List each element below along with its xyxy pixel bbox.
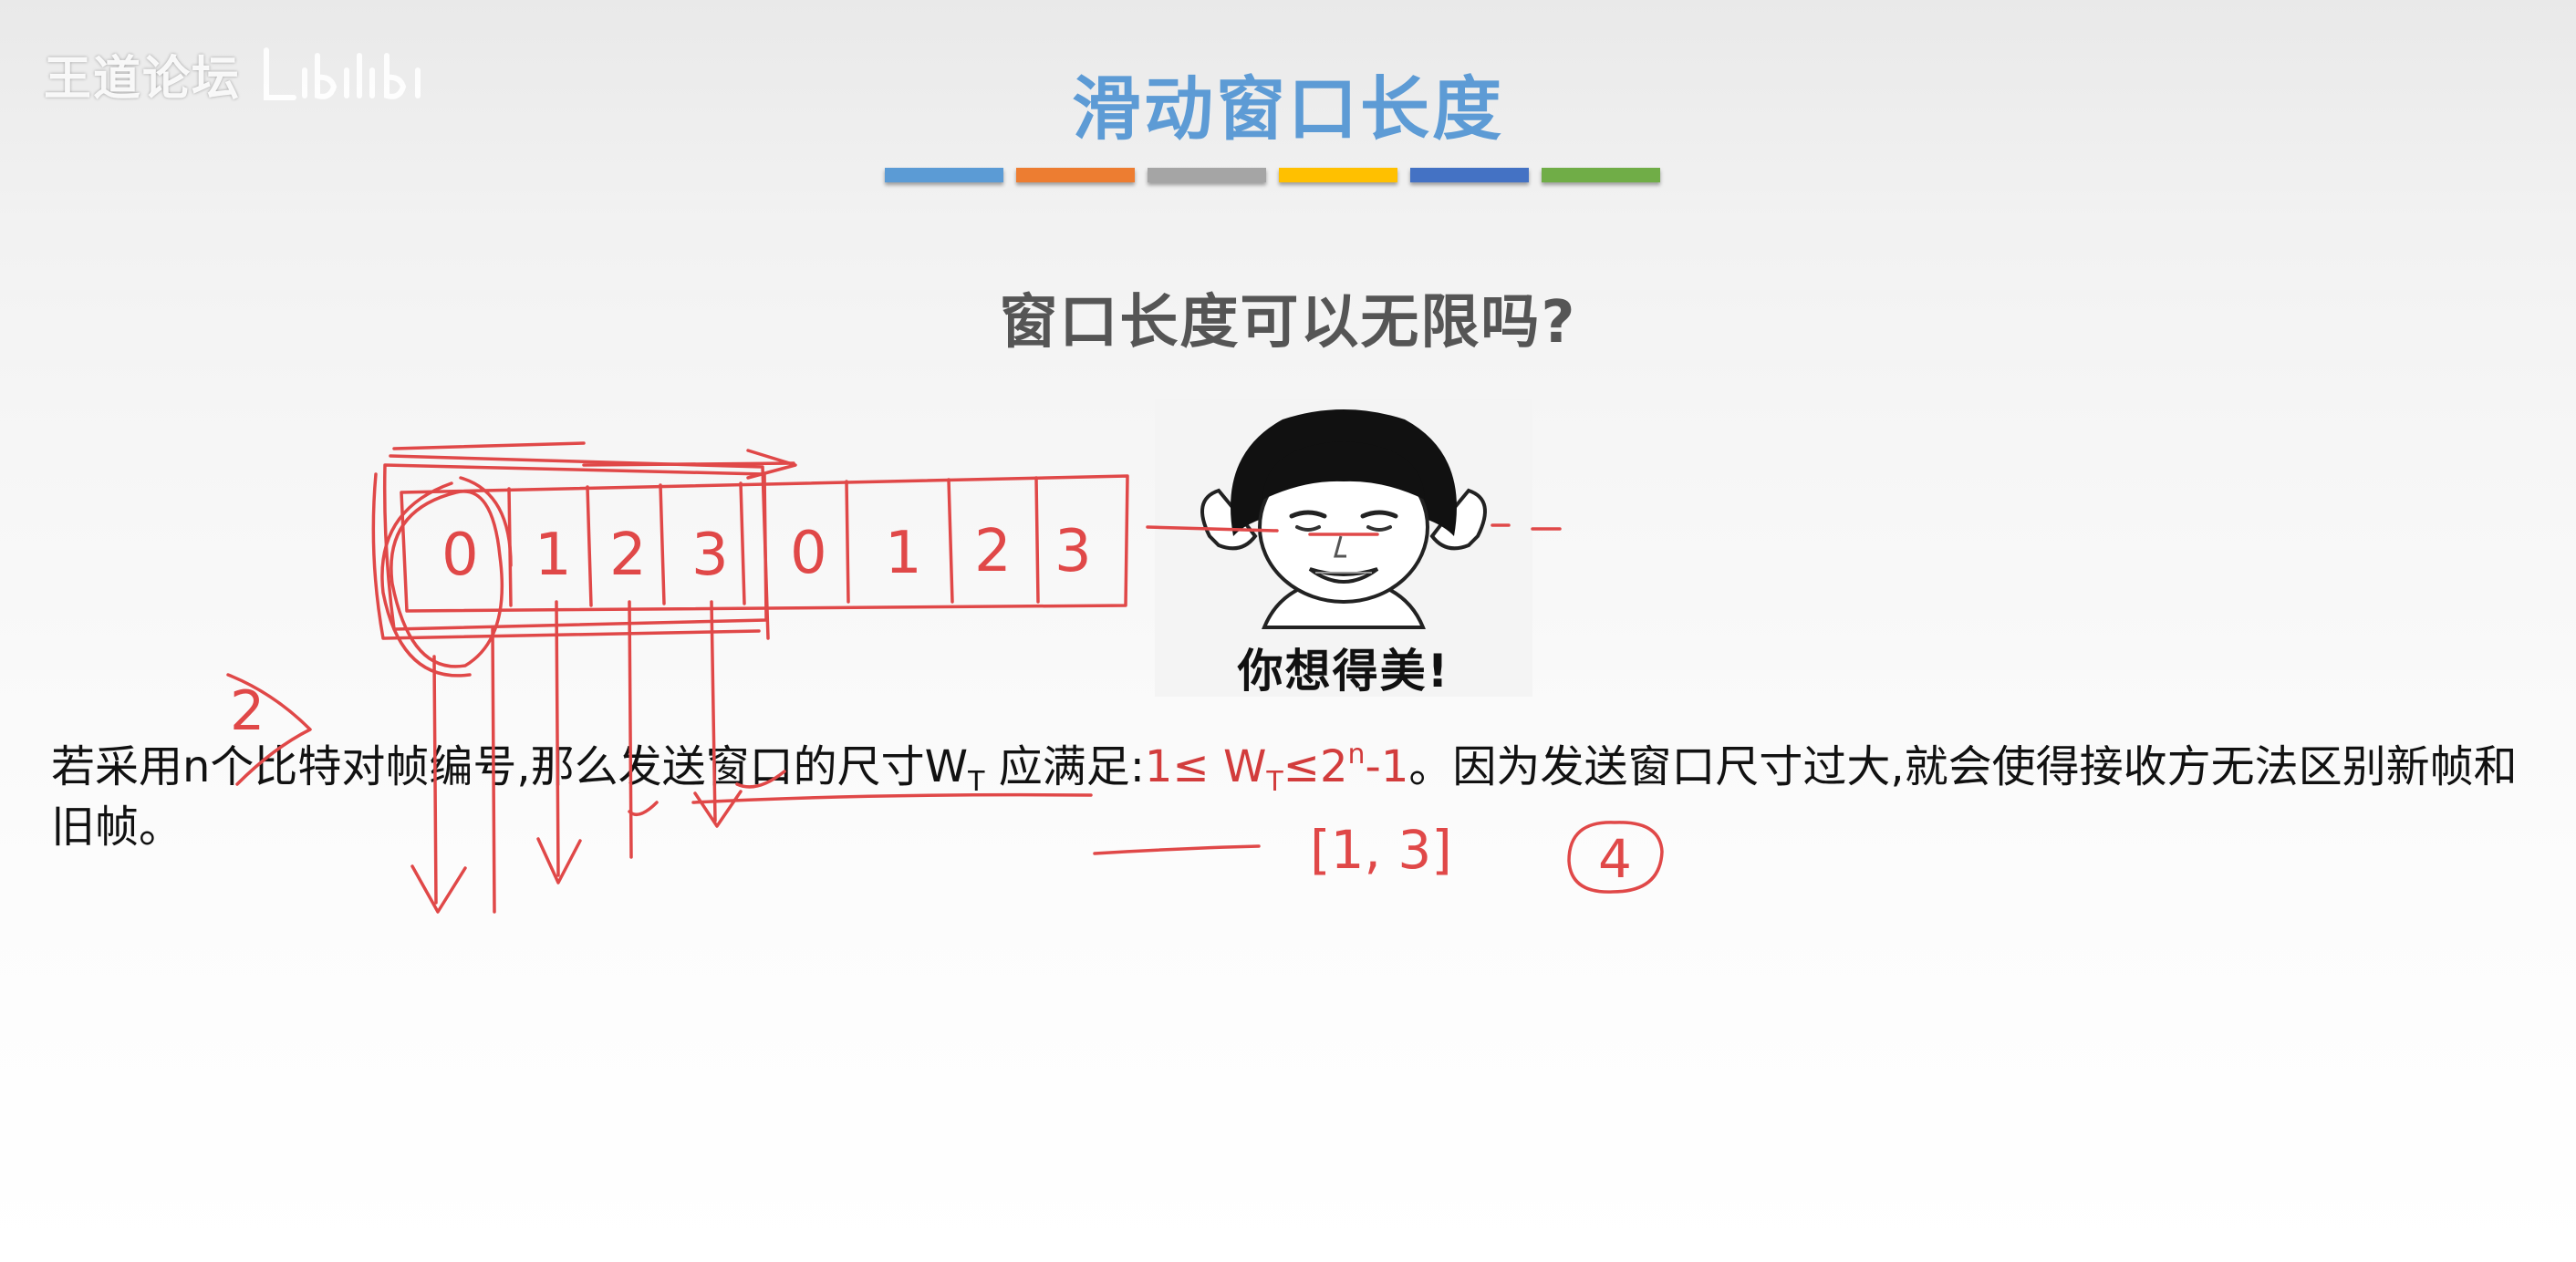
formula-part2: ≤2: [1283, 741, 1348, 792]
formula-part3: -1: [1365, 741, 1409, 792]
sequence-divider-6: [947, 478, 954, 604]
title-bar-5: [1410, 168, 1529, 182]
window-size-formula: 1≤ WT≤2n-1: [1144, 739, 1409, 796]
meme-caption: 你想得美!: [1237, 645, 1450, 698]
title-bar-2: [1016, 168, 1135, 182]
sequence-outer-box: [400, 474, 1129, 613]
window-arrow-line: [582, 461, 795, 467]
slide-title: 滑动窗口长度: [1072, 68, 1504, 150]
sequence-divider-7: [1034, 476, 1040, 604]
window-box-scribble-3: [389, 454, 770, 640]
meme-image: 你想得美!: [1155, 399, 1532, 698]
formula-subscript-t: T: [1266, 766, 1283, 798]
title-color-bars: [885, 168, 1660, 182]
title-bar-4: [1279, 168, 1397, 182]
cell-label-7: 2: [974, 518, 1012, 585]
cell-label-1: 0: [441, 522, 479, 589]
body-text-part1: 若采用n个比特对帧编号,那么发送窗口的尺寸W: [51, 741, 969, 792]
body-subscript-t: T: [968, 766, 985, 798]
title-bar-1: [885, 168, 1003, 182]
cell-label-2: 1: [535, 522, 572, 589]
sequence-divider-1: [507, 487, 513, 607]
sequence-divider-3: [659, 483, 666, 605]
window-box-scribble-1: [382, 463, 768, 631]
title-bar-3: [1148, 168, 1266, 182]
cell-label-8: 3: [1054, 518, 1092, 585]
title-bar-6: [1542, 168, 1660, 182]
sequence-divider-5: [845, 480, 850, 604]
first-cell-circle-1: [390, 490, 504, 668]
cell-label-5: 0: [790, 520, 827, 587]
sequence-divider-4: [739, 481, 746, 605]
window-box-scribble-2: [371, 472, 761, 640]
formula-part1: 1≤ W: [1144, 741, 1267, 792]
body-paragraph: 若采用n个比特对帧编号,那么发送窗口的尺寸WT 应满足:1≤ WT≤2n-1。因…: [51, 737, 2550, 857]
pointer-arrow-1: [410, 864, 467, 914]
first-cell-circle-2: [380, 481, 472, 678]
window-arrow-head: [746, 449, 797, 480]
body-text-part2: 应满足:: [984, 741, 1145, 792]
formula-superscript-n: n: [1347, 739, 1366, 771]
meme-face-illustration: [1200, 409, 1487, 629]
cell-label-6: 1: [885, 520, 922, 587]
cell-label-4: 3: [691, 522, 729, 589]
sequence-divider-2: [586, 485, 593, 607]
window-top-line: [392, 441, 586, 450]
slide-subtitle: 窗口长度可以无限吗?: [999, 289, 1577, 357]
cell-label-3: 2: [609, 522, 647, 589]
left-number-label: 2: [230, 679, 265, 743]
first-cell-circle-3: [459, 476, 513, 567]
